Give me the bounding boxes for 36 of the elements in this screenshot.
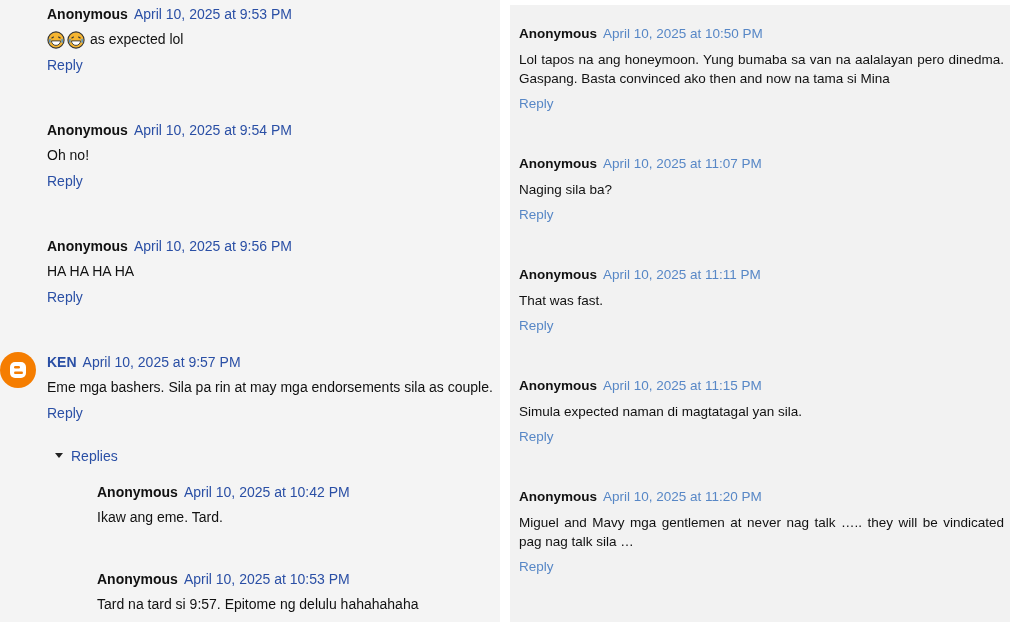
timestamp-link[interactable]: April 10, 2025 at 9:57 PM — [82, 352, 241, 372]
author-name: Anonymous — [47, 5, 128, 24]
comment-text: Lol tapos na ang honeymoon. Yung bumaba sa van na aalalayan pero dinedma. Gaspang. Basta convinced ako then and now na tama si Mina — [519, 51, 1004, 88]
author-name: Anonymous — [519, 155, 597, 173]
author-name: Anonymous — [97, 570, 178, 589]
comment-text: Miguel and Mavy mga gentlemen at never nag talk ….. they will be vindicated pag nag talk sila … — [519, 514, 1004, 551]
laughing-face-icon — [47, 30, 65, 49]
timestamp-link[interactable]: April 10, 2025 at 9:53 PM — [133, 4, 292, 24]
caret-icon — [55, 453, 63, 459]
timestamp-link[interactable]: April 10, 2025 at 10:53 PM — [183, 569, 350, 589]
reply-link[interactable]: Reply — [47, 171, 83, 191]
author-name[interactable]: KEN — [47, 352, 77, 372]
author-name: Anonymous — [47, 121, 128, 140]
author-name: Anonymous — [47, 237, 128, 256]
reply-link[interactable]: Reply — [47, 287, 83, 307]
replies-toggle[interactable]: Replies — [55, 446, 500, 466]
laughing-face-icon — [67, 30, 85, 49]
author-name: Anonymous — [519, 488, 597, 506]
timestamp-link[interactable]: April 10, 2025 at 9:56 PM — [133, 236, 292, 256]
timestamp-link[interactable]: April 10, 2025 at 9:54 PM — [133, 120, 292, 140]
comment-text: Tard na tard si 9:57. Epitome ng delulu hahahahaha — [97, 595, 420, 614]
comment-text: Oh no! — [47, 146, 91, 165]
author-name: Anonymous — [519, 25, 597, 43]
comment-text: Simula expected naman di magtatagal yan sila. — [519, 403, 803, 421]
author-name: Anonymous — [519, 377, 597, 395]
comment-text: HA HA HA HA — [47, 262, 136, 281]
comment-text: Ikaw ang eme. Tard. — [97, 508, 224, 527]
reply-link[interactable]: Reply — [47, 55, 83, 75]
author-name: Anonymous — [519, 266, 597, 284]
comment-text: That was fast. — [519, 292, 605, 310]
comment-text: Naging sila ba? — [519, 181, 614, 199]
timestamp-link[interactable]: April 10, 2025 at 10:42 PM — [183, 482, 350, 502]
reply-link[interactable]: Reply — [47, 403, 83, 423]
comment-text: Eme mga bashers. Sila pa rin at may mga endorsements sila as couple. — [47, 378, 494, 397]
comment-text: as expected lol — [90, 30, 184, 49]
author-name: Anonymous — [97, 483, 178, 502]
